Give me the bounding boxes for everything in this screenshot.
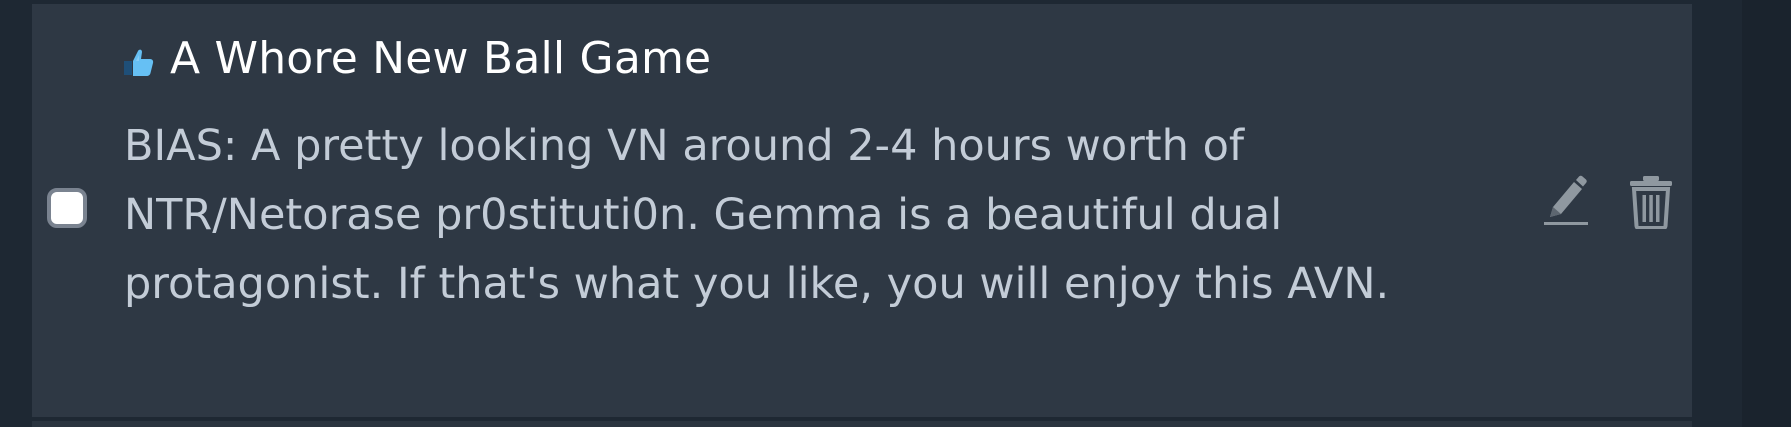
review-title-row: A Whore New Ball Game <box>124 28 711 88</box>
thumbs-up-icon <box>124 49 154 76</box>
pencil-icon <box>1544 175 1588 225</box>
card-divider <box>32 421 1692 427</box>
review-title: A Whore New Ball Game <box>170 32 712 84</box>
trash-icon <box>1630 176 1672 229</box>
review-body: BIAS: A pretty looking VN around 2-4 hou… <box>124 121 1390 309</box>
select-review-checkbox[interactable] <box>47 188 87 228</box>
edit-review-button[interactable] <box>1540 173 1590 229</box>
delete-review-button[interactable] <box>1628 175 1674 229</box>
page-edge-strip <box>1742 0 1791 427</box>
